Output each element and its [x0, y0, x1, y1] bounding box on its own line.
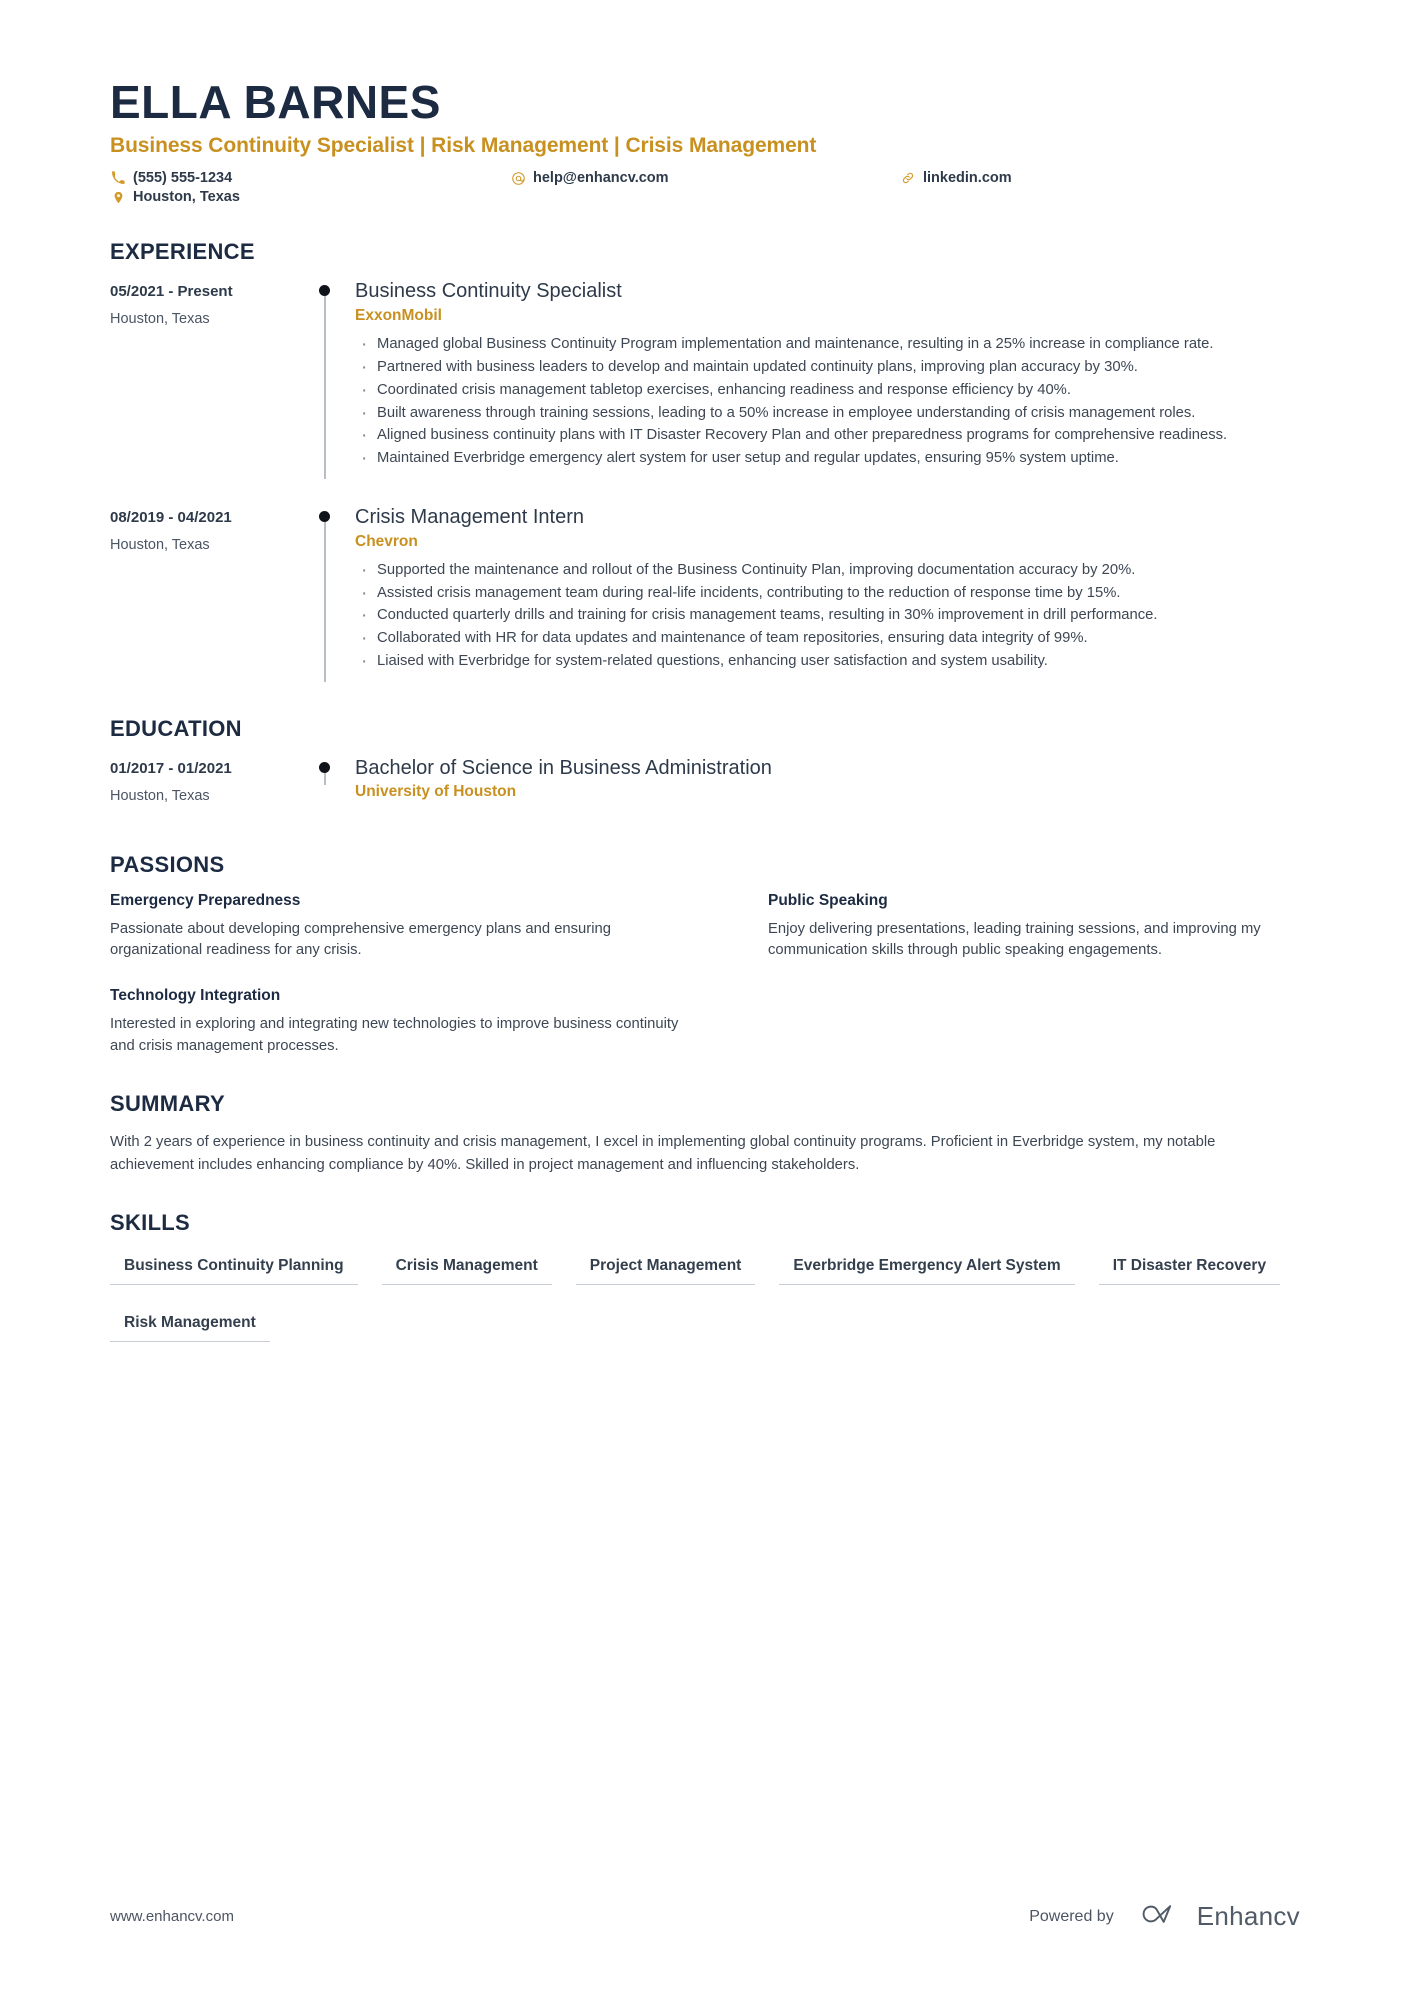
passions-grid: Emergency Preparedness Passionate about … — [110, 892, 1300, 1058]
skill-chip: Project Management — [575, 1250, 756, 1285]
candidate-headline: Business Continuity Specialist | Risk Ma… — [110, 134, 817, 158]
timeline-line — [324, 293, 326, 479]
summary-text: With 2 years of experience in business c… — [110, 1134, 1216, 1173]
education-entry-location: Houston, Texas — [110, 787, 210, 804]
resume-header: ELLA BARNES Business Continuity Speciali… — [110, 76, 1300, 206]
bullet-item: Supported the maintenance and rollout of… — [355, 557, 1300, 585]
contact-location-text: Houston, Texas — [133, 189, 240, 206]
timeline-dot — [319, 761, 330, 773]
bullet-item: Coordinated crisis management tabletop e… — [355, 377, 1300, 405]
footer-url[interactable]: www.enhancv.com — [110, 1908, 234, 1925]
section-education: EDUCATION 01/2017 - 01/2021 Houston, Tex… — [110, 716, 1300, 818]
skill-chip: IT Disaster Recovery — [1098, 1250, 1281, 1285]
experience-entry-organization: Chevron — [355, 532, 418, 550]
resume-page: ELLA BARNES Business Continuity Speciali… — [0, 0, 1410, 1995]
experience-entry-role: Business Continuity Specialist — [355, 280, 622, 303]
section-experience: EXPERIENCE 05/2021 - Present Houston, Te… — [110, 239, 1300, 682]
experience-entry-bullets: Supported the maintenance and rollout of… — [355, 557, 1300, 676]
timeline-line — [324, 518, 326, 682]
timeline-line — [324, 770, 326, 785]
passion-text: Interested in exploring and integrating … — [110, 1016, 679, 1054]
bullet-item: Liaised with Everbridge for system-relat… — [355, 648, 1300, 676]
experience-entry-role: Crisis Management Intern — [355, 505, 584, 528]
section-title-passions: PASSIONS — [110, 851, 225, 877]
contact-email[interactable]: help@enhancv.com — [510, 170, 900, 186]
contact-phone-text: (555) 555-1234 — [133, 170, 233, 187]
skill-chip: Crisis Management — [381, 1250, 552, 1285]
passion-title: Technology Integration — [110, 987, 281, 1005]
skill-chip: Risk Management — [110, 1307, 270, 1342]
passion-title: Public Speaking — [768, 891, 888, 909]
passion-item: Public Speaking Enjoy delivering present… — [768, 892, 1300, 962]
skills-list: Business Continuity Planning Crisis Mana… — [110, 1250, 1300, 1364]
passion-item-empty — [768, 987, 1300, 1057]
experience-entry-meta: 08/2019 - 04/2021 Houston, Texas — [110, 505, 307, 682]
contact-phone[interactable]: (555) 555-1234 — [110, 170, 510, 186]
experience-entry-date: 05/2021 - Present — [110, 283, 233, 301]
experience-entry-body: Business Continuity Specialist ExxonMobi… — [355, 279, 1300, 479]
enhancv-logo-icon — [1136, 1900, 1184, 1933]
passion-title: Emergency Preparedness — [110, 891, 301, 909]
contact-row-2: Houston, Texas — [110, 189, 1300, 205]
bullet-item: Built awareness through training session… — [355, 400, 1300, 428]
passion-item: Emergency Preparedness Passionate about … — [110, 892, 720, 962]
experience-entry-body: Crisis Management Intern Chevron Support… — [355, 505, 1300, 682]
timeline-rail — [307, 279, 355, 479]
powered-by-label: Powered by — [1029, 1907, 1114, 1925]
bullet-item: Collaborated with HR for data updates an… — [355, 625, 1300, 653]
location-pin-icon — [110, 190, 126, 205]
education-entry-institution: University of Houston — [355, 782, 517, 800]
passion-text: Passionate about developing comprehensiv… — [110, 920, 611, 958]
bullet-item: Maintained Everbridge emergency alert sy… — [355, 445, 1300, 473]
contact-email-text: help@enhancv.com — [533, 170, 669, 187]
bullet-item: Partnered with business leaders to devel… — [355, 354, 1300, 382]
experience-entry-organization: ExxonMobil — [355, 307, 442, 325]
timeline-rail — [307, 505, 355, 682]
experience-entry: 08/2019 - 04/2021 Houston, Texas Crisis … — [110, 505, 1300, 682]
powered-by-block: Powered by Enhancv — [1029, 1900, 1300, 1933]
section-passions: PASSIONS Emergency Preparedness Passiona… — [110, 852, 1300, 1058]
contact-linkedin[interactable]: linkedin.com — [900, 170, 1012, 186]
education-entry: 01/2017 - 01/2021 Houston, Texas Bachelo… — [110, 756, 1300, 818]
experience-entry-location: Houston, Texas — [110, 311, 210, 328]
timeline-rail — [307, 756, 355, 818]
link-icon — [900, 171, 916, 185]
timeline-dot — [319, 285, 330, 297]
education-entry-body: Bachelor of Science in Business Administ… — [355, 756, 1300, 818]
email-icon — [510, 171, 526, 186]
passion-text: Enjoy delivering presentations, leading … — [768, 920, 1261, 958]
education-entry-meta: 01/2017 - 01/2021 Houston, Texas — [110, 756, 307, 818]
contact-location: Houston, Texas — [110, 189, 510, 205]
contact-row-1: (555) 555-1234 help@enhancv.com linkedin… — [110, 170, 1300, 186]
section-skills: SKILLS Business Continuity Planning Cris… — [110, 1210, 1300, 1364]
experience-entry-location: Houston, Texas — [110, 536, 210, 553]
enhancv-brand-name: Enhancv — [1196, 1901, 1300, 1931]
section-title-education: EDUCATION — [110, 715, 242, 741]
contact-linkedin-text: linkedin.com — [923, 170, 1012, 187]
bullet-item: Managed global Business Continuity Progr… — [355, 331, 1300, 359]
resume-footer: www.enhancv.com Powered by Enhancv — [110, 1900, 1300, 1933]
experience-entry-meta: 05/2021 - Present Houston, Texas — [110, 279, 307, 479]
passion-item: Technology Integration Interested in exp… — [110, 987, 720, 1057]
skill-chip: Business Continuity Planning — [110, 1250, 358, 1285]
section-title-summary: SUMMARY — [110, 1091, 225, 1117]
skill-chip: Everbridge Emergency Alert System — [779, 1250, 1075, 1285]
bullet-item: Conducted quarterly drills and training … — [355, 602, 1300, 630]
enhancv-brand: Enhancv — [1136, 1900, 1300, 1933]
experience-entry: 05/2021 - Present Houston, Texas Busines… — [110, 279, 1300, 479]
phone-icon — [110, 171, 126, 185]
education-entry-date: 01/2017 - 01/2021 — [110, 759, 232, 777]
education-entry-degree: Bachelor of Science in Business Administ… — [355, 756, 772, 779]
section-title-experience: EXPERIENCE — [110, 239, 255, 265]
timeline-dot — [319, 510, 330, 522]
candidate-name: ELLA BARNES — [110, 76, 441, 128]
section-title-skills: SKILLS — [110, 1209, 191, 1235]
experience-entry-date: 08/2019 - 04/2021 — [110, 508, 232, 526]
experience-entry-bullets: Managed global Business Continuity Progr… — [355, 331, 1300, 473]
bullet-item: Assisted crisis management team during r… — [355, 580, 1300, 608]
bullet-item: Aligned business continuity plans with I… — [355, 422, 1300, 450]
section-summary: SUMMARY With 2 years of experience in bu… — [110, 1091, 1300, 1175]
